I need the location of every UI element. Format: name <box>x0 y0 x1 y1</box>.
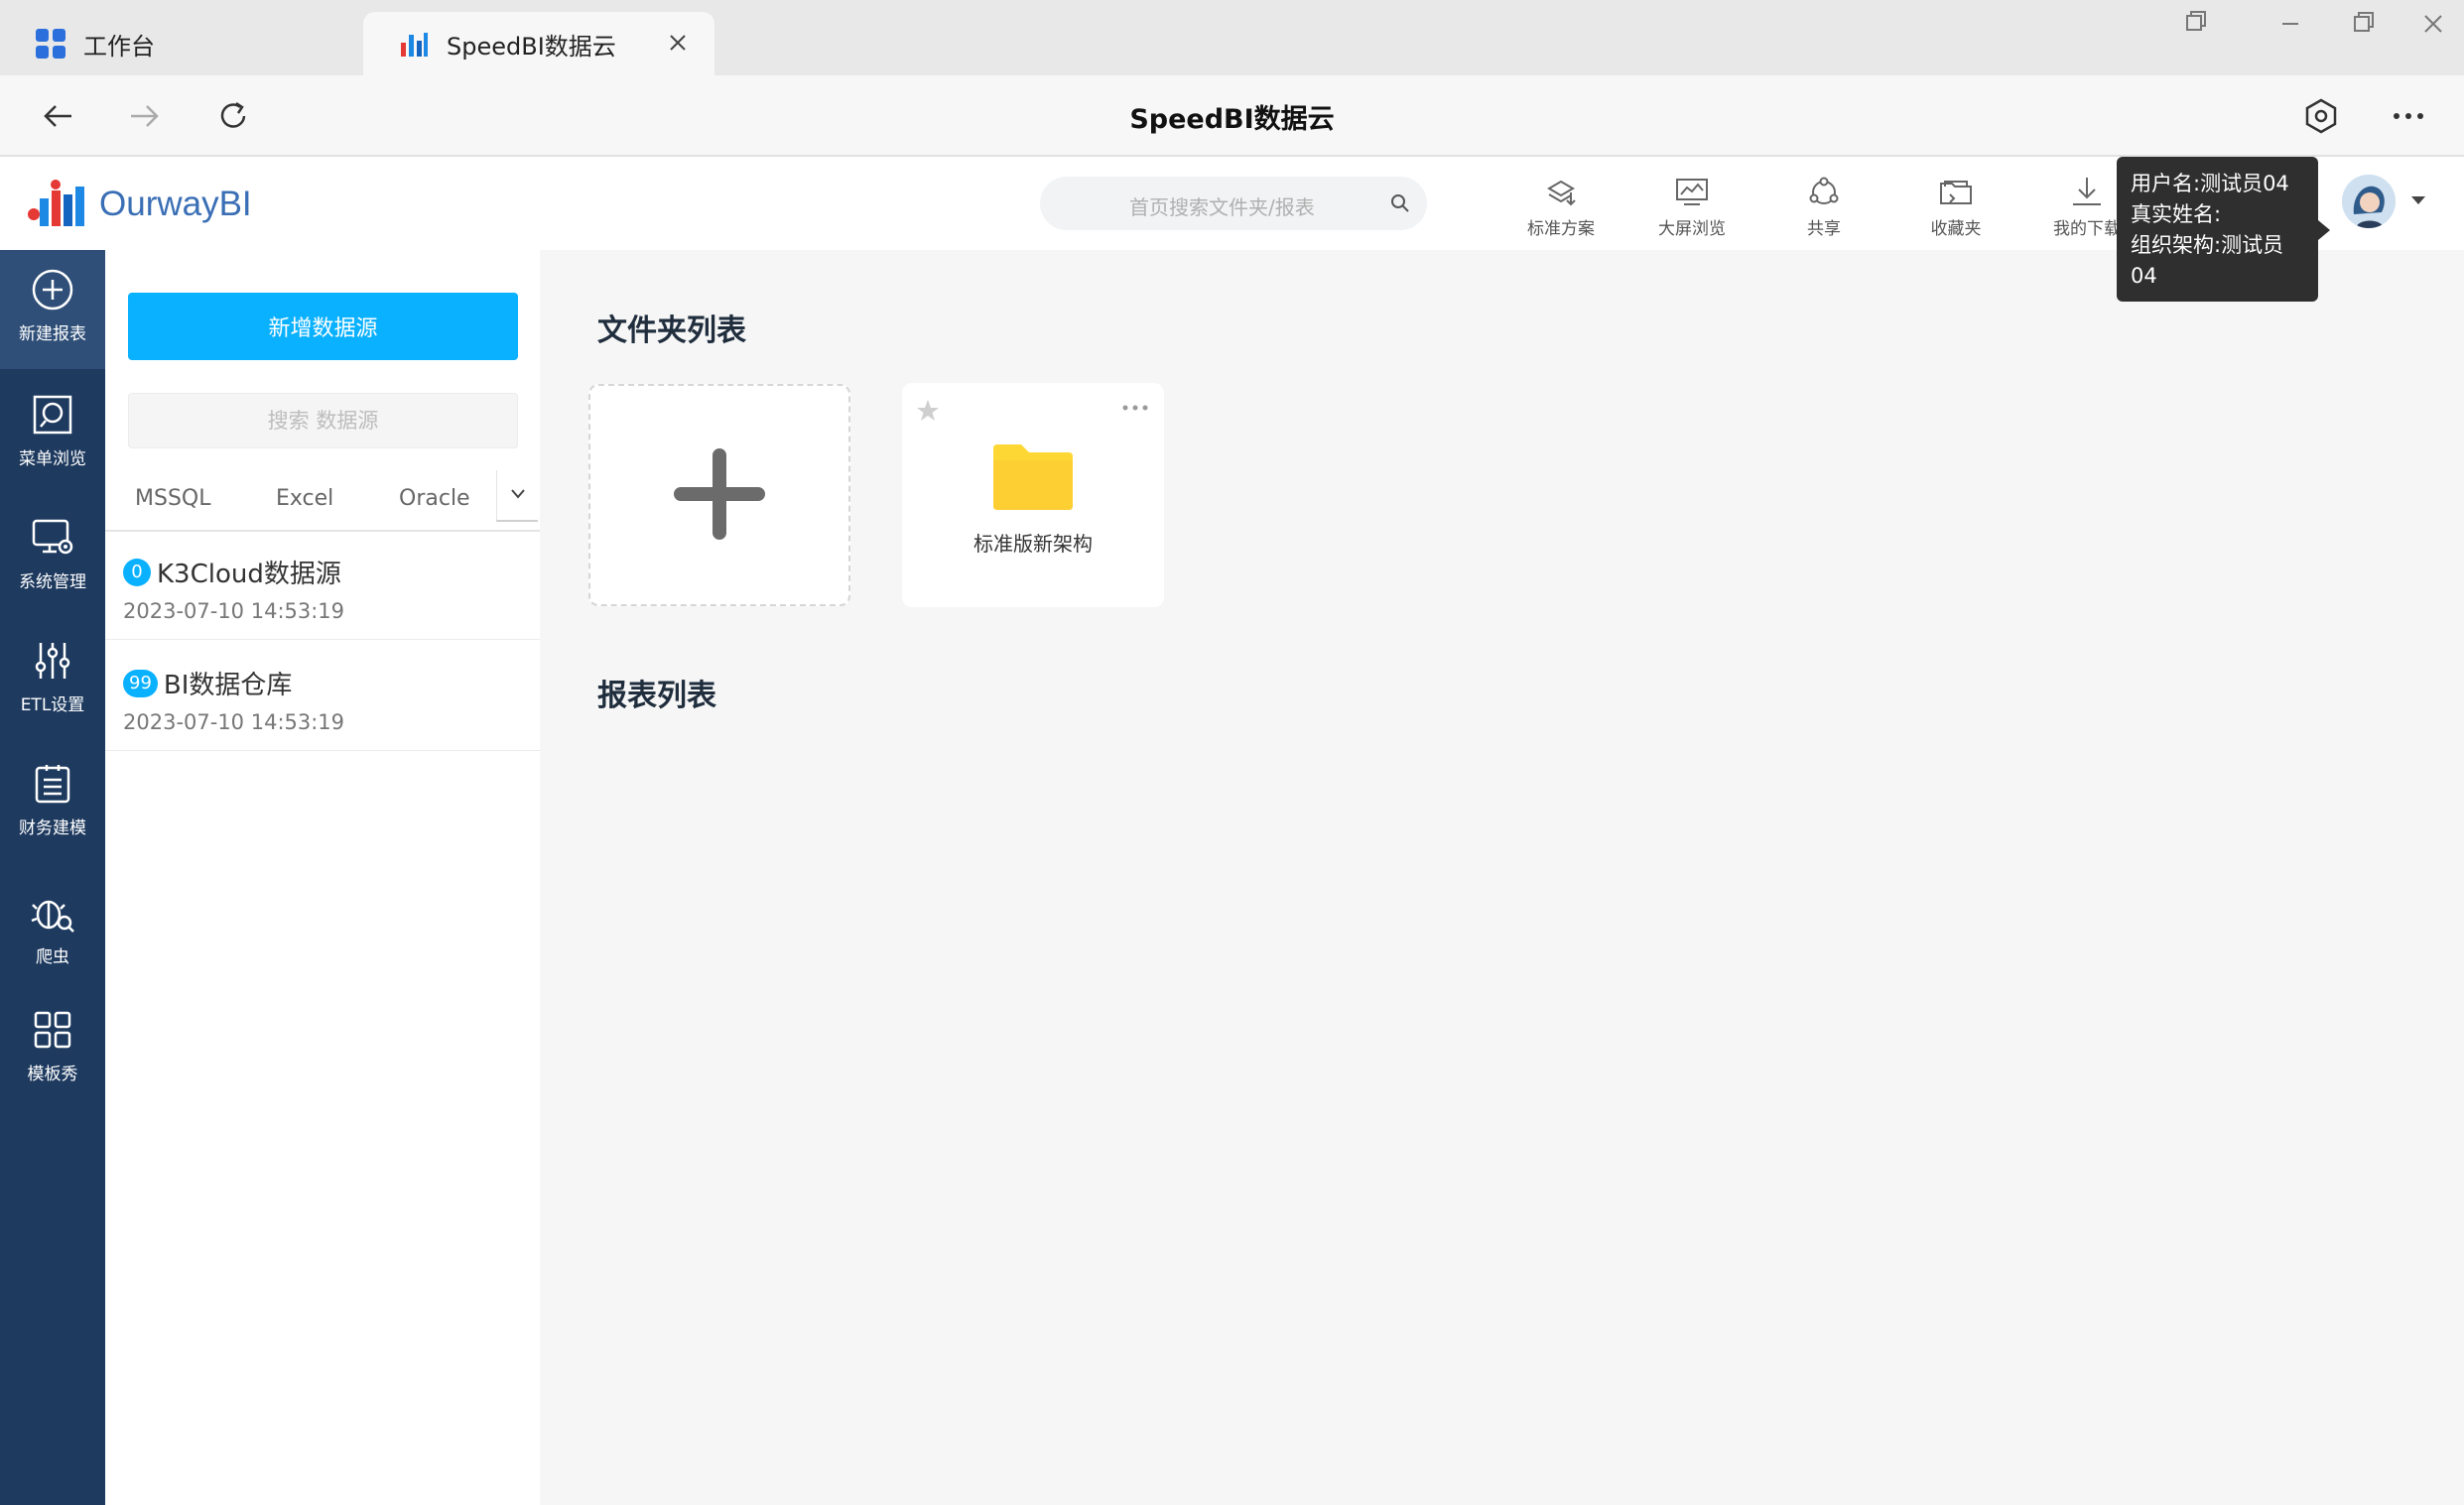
rail-item-crawler[interactable]: 爬虫 <box>0 873 105 992</box>
tool-label: 收藏夹 <box>1930 219 1982 239</box>
user-avatar[interactable] <box>2342 175 2396 228</box>
rail-label: ETL设置 <box>20 695 85 715</box>
avatar-face-icon <box>2342 175 2396 228</box>
share-icon <box>1809 177 1839 204</box>
rail-label: 模板秀 <box>27 1065 78 1084</box>
folder-card[interactable]: 标准版新架构 <box>902 383 1164 607</box>
app-header: OurwayBI 首页搜索文件夹/报表 标准方案 大屏浏览 共享 收藏夹 我的下… <box>0 157 2464 250</box>
speedbi-logo-icon <box>401 33 428 57</box>
grid-four-icon <box>34 1011 71 1049</box>
tab-speedbi[interactable]: SpeedBI数据云 <box>363 12 714 75</box>
datasource-name: K3Cloud数据源 <box>157 560 341 589</box>
tool-standard-solution[interactable]: 标准方案 <box>1506 173 1616 252</box>
ourwaybi-logo-icon <box>28 180 84 226</box>
plus-icon <box>674 448 765 540</box>
rail-item-etl-settings[interactable]: ETL设置 <box>0 621 105 740</box>
rail-label: 财务建模 <box>19 818 86 838</box>
tool-label: 大屏浏览 <box>1658 219 1726 239</box>
browser-tab-bar: 工作台 SpeedBI数据云 <box>0 0 2464 75</box>
plus-circle-icon <box>32 269 73 311</box>
datasource-type-tabs: MSSQL Excel Oracle <box>105 470 540 532</box>
ourwaybi-logo[interactable]: OurwayBI <box>26 179 252 230</box>
rail-label: 系统管理 <box>19 572 86 592</box>
rail-item-menu-browse[interactable]: 菜单浏览 <box>0 375 105 494</box>
datasource-list-item[interactable]: 99 BI数据仓库 2023-07-10 14:53:19 <box>105 641 540 751</box>
grid-app-icon <box>36 29 65 59</box>
monitor-chart-icon <box>1676 179 1708 205</box>
settings-hexagon-icon[interactable] <box>2300 95 2342 137</box>
close-tab-icon[interactable] <box>663 28 693 58</box>
type-tab-oracle[interactable]: Oracle <box>399 486 470 511</box>
left-nav-rail: 新建报表 菜单浏览 系统管理 ETL设置 财务建模 爬虫 模板秀 <box>0 250 105 1505</box>
tool-bigscreen-browse[interactable]: 大屏浏览 <box>1637 173 1747 252</box>
browser-nav-bar: SpeedBI数据云 <box>0 75 2464 157</box>
tool-label: 共享 <box>1807 219 1841 239</box>
datasource-name-row: 99 BI数据仓库 <box>123 665 292 701</box>
type-tab-mssql[interactable]: MSSQL <box>135 486 210 511</box>
rail-label: 爬虫 <box>36 947 69 967</box>
folder-name: 标准版新架构 <box>973 532 1093 556</box>
clipboard-list-icon <box>35 765 70 804</box>
tab-workbench[interactable]: 工作台 <box>0 12 357 75</box>
tab-label: 工作台 <box>83 32 155 61</box>
datasource-search-input[interactable]: 搜索 数据源 <box>128 393 518 448</box>
datasource-name-row: 0 K3Cloud数据源 <box>123 554 341 590</box>
star-icon[interactable] <box>914 397 942 425</box>
rail-label: 新建报表 <box>19 324 86 344</box>
logo-text: OurwayBI <box>99 185 252 223</box>
type-tab-excel[interactable]: Excel <box>276 486 333 511</box>
tooltip-org: 组织架构:测试员04 <box>2131 233 2284 288</box>
user-info-tooltip: 用户名:测试员04 真实姓名: 组织架构:测试员04 <box>2117 157 2330 302</box>
rail-item-new-report[interactable]: 新建报表 <box>0 250 105 369</box>
tooltip-username: 用户名:测试员04 <box>2131 172 2289 195</box>
maximize-icon[interactable] <box>2342 6 2382 42</box>
report-section-title: 报表列表 <box>597 679 716 713</box>
datasource-count-badge: 0 <box>123 558 151 586</box>
sliders-icon <box>35 643 70 679</box>
datasource-name: BI数据仓库 <box>163 671 293 700</box>
tool-label: 标准方案 <box>1527 219 1595 239</box>
main-content: 文件夹列表 标准版新架构 报表列表 <box>540 250 2464 1505</box>
folder-icon <box>993 444 1073 510</box>
datasource-list-item[interactable]: 0 K3Cloud数据源 2023-07-10 14:53:19 <box>105 530 540 640</box>
tool-favorites[interactable]: 收藏夹 <box>1901 173 2010 252</box>
add-datasource-button[interactable]: 新增数据源 <box>128 293 518 360</box>
datasource-timestamp: 2023-07-10 14:53:19 <box>123 710 345 734</box>
datasource-panel: 新增数据源 搜索 数据源 MSSQL Excel Oracle 0 K3Clou… <box>105 250 541 1505</box>
tooltip-realname: 真实姓名: <box>2131 202 2222 226</box>
rail-item-template-show[interactable]: 模板秀 <box>0 990 105 1109</box>
more-tabs-button[interactable] <box>496 470 538 522</box>
layers-download-icon <box>1547 180 1576 206</box>
close-window-icon[interactable] <box>2413 6 2453 42</box>
chevron-down-icon[interactable] <box>2409 194 2427 206</box>
page-title: SpeedBI数据云 <box>1129 104 1335 135</box>
monitor-gear-icon <box>32 519 73 555</box>
chevron-down-icon <box>511 489 525 499</box>
more-options-icon[interactable] <box>2388 95 2429 137</box>
rail-item-finance-modeling[interactable]: 财务建模 <box>0 744 105 863</box>
search-icon[interactable] <box>1389 192 1411 214</box>
datasource-timestamp: 2023-07-10 14:53:19 <box>123 599 345 623</box>
new-folder-button[interactable] <box>588 384 850 606</box>
minimize-icon[interactable] <box>2270 6 2310 42</box>
rail-item-system-admin[interactable]: 系统管理 <box>0 498 105 617</box>
tab-label: SpeedBI数据云 <box>447 32 616 61</box>
rail-label: 菜单浏览 <box>19 449 86 469</box>
more-horizontal-icon[interactable] <box>1120 403 1150 413</box>
folder-heart-icon <box>1940 181 1972 204</box>
folder-section-title: 文件夹列表 <box>597 314 746 348</box>
search-square-icon <box>33 395 72 435</box>
search-placeholder: 首页搜索文件夹/报表 <box>1129 195 1315 219</box>
datasource-count-badge: 99 <box>123 669 158 697</box>
restore-window-icon[interactable] <box>2175 6 2215 42</box>
home-search-input[interactable]: 首页搜索文件夹/报表 <box>1040 177 1427 230</box>
tool-share[interactable]: 共享 <box>1769 173 1879 252</box>
download-icon <box>2073 178 2101 205</box>
bug-search-icon <box>31 900 74 933</box>
